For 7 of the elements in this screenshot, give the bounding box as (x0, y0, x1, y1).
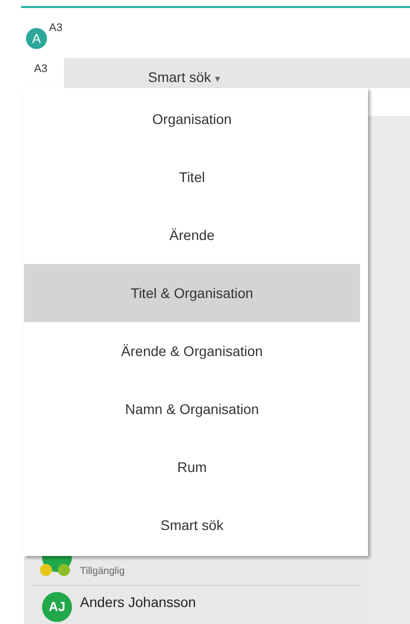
menu-item[interactable]: Titel & Organisation (24, 264, 360, 322)
tab[interactable]: A3 (24, 58, 64, 88)
search-mode-dropdown[interactable]: Smart sök ▾ (148, 67, 220, 87)
contact-name: Anders Johansson (80, 593, 196, 612)
account-label: A3 (49, 21, 62, 36)
contact-status: Tillgänglig (80, 565, 125, 579)
contact-avatar: AJ (42, 592, 72, 622)
